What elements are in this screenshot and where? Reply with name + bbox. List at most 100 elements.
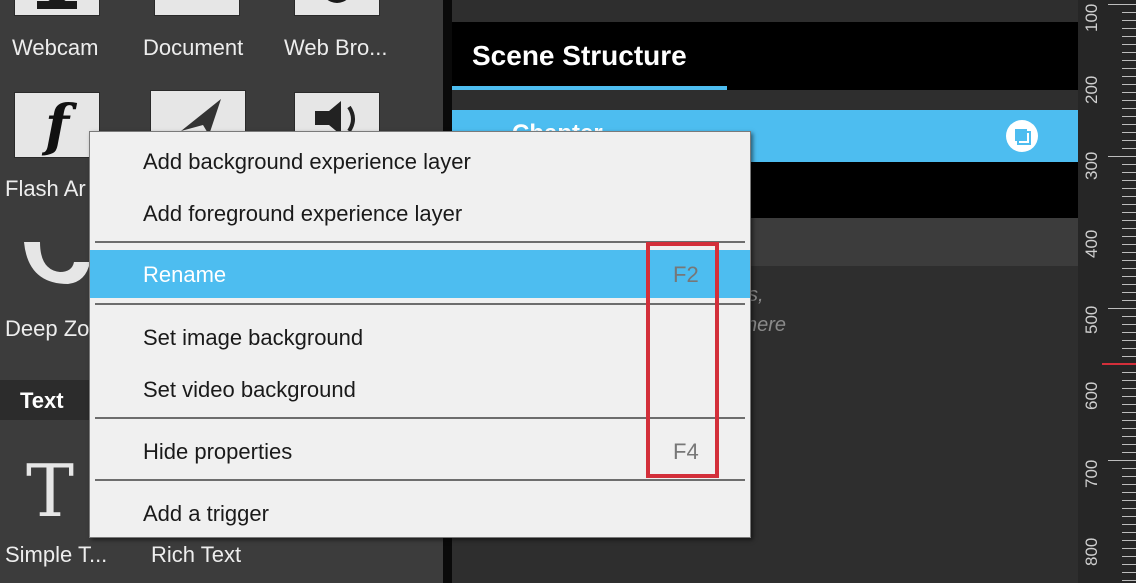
layer-toggle-icon[interactable]: [1006, 120, 1038, 152]
ruler-tick: [1122, 524, 1136, 525]
ruler-tick: [1122, 100, 1136, 101]
shortcut-highlight-box: [646, 242, 719, 478]
ruler-label-500: 500: [1082, 305, 1101, 334]
ruler-tick: [1122, 36, 1136, 37]
ruler-tick: [1122, 12, 1136, 13]
ruler-label-800: 800: [1082, 537, 1101, 566]
scene-separator: [452, 90, 1078, 110]
ruler-tick: [1122, 276, 1136, 277]
ruler-tick: [1122, 396, 1136, 397]
ruler-tick: [1122, 284, 1136, 285]
ruler-tick: [1122, 292, 1136, 293]
menu-item-add-background-layer[interactable]: Add background experience layer: [90, 137, 750, 185]
ruler-label-700: 700: [1082, 459, 1101, 488]
ruler-tick: [1122, 268, 1136, 269]
ruler-tick: [1122, 132, 1136, 133]
ruler-tick: [1122, 388, 1136, 389]
ruler-tick: [1122, 124, 1136, 125]
ruler-tick: [1122, 44, 1136, 45]
ruler-tick: [1122, 196, 1136, 197]
webcam-icon[interactable]: [14, 0, 100, 16]
tile-label-rich-text[interactable]: Rich Text: [151, 542, 241, 568]
ruler-tick: [1122, 60, 1136, 61]
ruler-tick: [1122, 92, 1136, 93]
ruler-tick: [1122, 508, 1136, 509]
ruler-tick: [1122, 116, 1136, 117]
ruler-tick: [1122, 108, 1136, 109]
svg-text:f: f: [41, 93, 78, 157]
ruler-tick: [1122, 172, 1136, 173]
vertical-ruler[interactable]: 100 200 300 400 500 600 700 800: [1078, 0, 1136, 583]
menu-item-add-foreground-layer[interactable]: Add foreground experience layer: [90, 189, 750, 237]
ruler-tick: [1122, 492, 1136, 493]
ruler-tick: [1122, 436, 1136, 437]
menu-item-label: Rename: [143, 262, 227, 287]
ruler-tick: [1108, 460, 1136, 461]
ruler-label-100: 100: [1082, 3, 1101, 32]
ruler-tick: [1108, 156, 1136, 157]
ruler-tick: [1122, 244, 1136, 245]
ruler-tick: [1122, 548, 1136, 549]
ruler-tick: [1122, 148, 1136, 149]
paper-plane-icon[interactable]: [150, 90, 246, 136]
ruler-tick: [1122, 188, 1136, 189]
menu-item-label: Set image background: [143, 325, 364, 350]
ruler-tick: [1122, 252, 1136, 253]
ruler-tick: [1122, 420, 1136, 421]
text-section-title: Text: [20, 388, 64, 413]
web-browser-icon[interactable]: [294, 0, 380, 16]
ruler-tick: [1122, 476, 1136, 477]
flash-icon[interactable]: f: [14, 92, 100, 159]
ruler-tick: [1122, 468, 1136, 469]
scene-structure-header: Scene Structure: [452, 22, 1078, 90]
ruler-tick: [1122, 564, 1136, 565]
ruler-tick: [1122, 220, 1136, 221]
ruler-tick: [1122, 260, 1136, 261]
ruler-tick: [1122, 540, 1136, 541]
ruler-tick: [1122, 532, 1136, 533]
menu-separator: [95, 479, 745, 481]
ruler-tick: [1122, 300, 1136, 301]
audio-icon[interactable]: [294, 92, 380, 136]
ruler-tick: [1122, 236, 1136, 237]
simple-text-icon[interactable]: T: [22, 449, 92, 533]
ruler-tick: [1122, 356, 1136, 357]
menu-item-label: Set video background: [143, 377, 356, 402]
ruler-tick: [1122, 324, 1136, 325]
ruler-tick: [1122, 140, 1136, 141]
ruler-tick: [1122, 412, 1136, 413]
scene-structure-title[interactable]: Scene Structure: [472, 40, 687, 72]
ruler-tick: [1122, 316, 1136, 317]
tile-label-web-browser[interactable]: Web Bro...: [284, 35, 388, 61]
ruler-tick: [1122, 580, 1136, 581]
ruler-tick: [1122, 180, 1136, 181]
menu-item-label: Add background experience layer: [143, 149, 471, 174]
ruler-tick: [1122, 444, 1136, 445]
ruler-tick: [1122, 380, 1136, 381]
ruler-tick: [1122, 68, 1136, 69]
ruler-tick: [1122, 212, 1136, 213]
ruler-tick: [1122, 500, 1136, 501]
ruler-tick: [1122, 164, 1136, 165]
ruler-tick: [1122, 20, 1136, 21]
ruler-tick: [1122, 332, 1136, 333]
tile-label-simple-text[interactable]: Simple T...: [5, 542, 107, 568]
ruler-tick: [1122, 372, 1136, 373]
document-icon[interactable]: [154, 0, 240, 16]
ruler-tick: [1122, 28, 1136, 29]
deep-zoom-icon[interactable]: [14, 232, 90, 296]
tile-label-deep-zoom[interactable]: Deep Zo: [5, 316, 89, 342]
ruler-tick: [1122, 428, 1136, 429]
ruler-label-400: 400: [1082, 229, 1101, 258]
ruler-tick: [1122, 572, 1136, 573]
tile-label-document[interactable]: Document: [143, 35, 243, 61]
ruler-tick: [1122, 228, 1136, 229]
tile-label-webcam[interactable]: Webcam: [12, 35, 98, 61]
menu-item-add-trigger[interactable]: Add a trigger: [90, 489, 750, 537]
ruler-tick: [1122, 204, 1136, 205]
ruler-tick: [1108, 308, 1136, 309]
ruler-label-200: 200: [1082, 75, 1101, 104]
ruler-tick: [1122, 52, 1136, 53]
tile-label-flash[interactable]: Flash Ar: [5, 176, 86, 202]
ruler-label-300: 300: [1082, 151, 1101, 180]
